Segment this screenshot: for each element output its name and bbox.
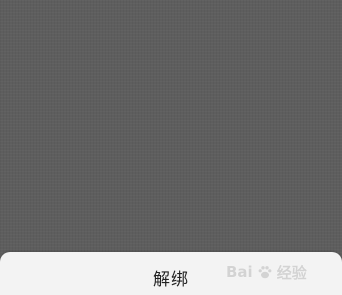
action-sheet: 解绑 (0, 252, 342, 295)
dim-overlay[interactable] (0, 0, 342, 295)
unbind-button-label: 解绑 (153, 270, 189, 290)
unbind-button[interactable]: 解绑 (0, 252, 342, 295)
